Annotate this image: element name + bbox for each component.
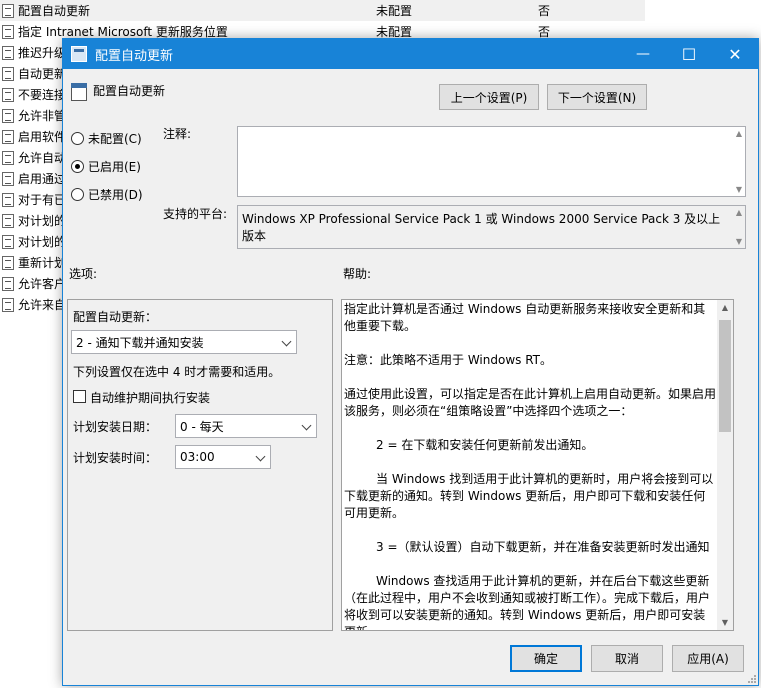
configure-auto-update-dialog: 配置自动更新 — ☐ ✕ 配置自动更新 上一个设置(P) 下一个设置(N) 未配…	[62, 38, 759, 686]
policy-setting-icon	[2, 276, 14, 291]
policy-setting-icon	[2, 213, 14, 228]
configure-auto-update-value: 2 - 通知下载并通知安装	[76, 335, 204, 350]
minimize-icon[interactable]: —	[620, 39, 666, 69]
help-paragraph: 3 =（默认设置）自动下载更新，并在准备安装更新时发出通知	[376, 540, 710, 554]
install-time-label: 计划安装时间：	[73, 451, 158, 465]
previous-setting-button[interactable]: 上一个设置(P)	[439, 84, 539, 110]
chevron-down-icon	[281, 336, 292, 347]
maintenance-install-label: 自动维护期间执行安装	[90, 391, 211, 405]
radio-not-configured-label: 未配置(C)	[88, 132, 142, 146]
configure-auto-update-label: 配置自动更新：	[73, 310, 158, 324]
policy-setting-icon	[2, 297, 14, 312]
policy-setting-icon	[2, 66, 14, 81]
radio-enabled[interactable]: 已启用(E)	[71, 158, 141, 175]
comment-textbox[interactable]: ▲ ▼	[237, 126, 746, 197]
help-paragraph: 指定此计算机是否通过 Windows 自动更新服务来接收安全更新和其他重要下载。	[344, 302, 706, 333]
radio-disabled-circle[interactable]	[71, 188, 84, 201]
radio-not-configured[interactable]: 未配置(C)	[71, 130, 142, 147]
install-day-label: 计划安装日期：	[73, 420, 158, 434]
help-label: 帮助:	[343, 267, 372, 281]
dialog-titlebar[interactable]: 配置自动更新 — ☐ ✕	[63, 39, 758, 69]
help-panel: 指定此计算机是否通过 Windows 自动更新服务来接收安全更新和其他重要下载。…	[341, 299, 734, 631]
help-paragraph: 注意：此策略不适用于 Windows RT。	[344, 353, 552, 367]
policy-setting-icon	[2, 129, 14, 144]
scroll-down-icon[interactable]: ▼	[717, 618, 733, 627]
install-day-value: 0 - 每天	[180, 419, 224, 434]
configure-auto-update-select[interactable]: 2 - 通知下载并通知安装	[71, 330, 297, 354]
scroll-up-icon[interactable]: ▲	[717, 303, 733, 312]
resize-grip-icon[interactable]	[746, 673, 756, 683]
supported-platform-label: 支持的平台:	[163, 207, 228, 221]
install-time-value: 03:00	[180, 450, 215, 464]
radio-enabled-circle[interactable]	[71, 160, 84, 173]
dialog-title: 配置自动更新	[95, 48, 174, 64]
ok-button[interactable]: 确定	[510, 645, 582, 672]
policy-setting-icon	[2, 171, 14, 186]
scroll-thumb[interactable]	[719, 320, 731, 432]
help-scrollbar[interactable]: ▲ ▼	[717, 300, 733, 630]
policy-setting-icon	[2, 192, 14, 207]
policy-comment: 否	[538, 4, 551, 18]
cancel-button[interactable]: 取消	[591, 645, 663, 672]
comment-label: 注释:	[163, 127, 192, 141]
policy-name: 配置自动更新	[18, 4, 91, 18]
maximize-icon[interactable]: ☐	[666, 39, 712, 69]
policy-setting-icon	[2, 234, 14, 249]
policy-setting-icon	[2, 150, 14, 165]
maintenance-install-checkbox[interactable]	[73, 390, 86, 403]
policy-header-icon	[71, 83, 87, 101]
radio-enabled-label: 已启用(E)	[88, 160, 141, 174]
options-label: 选项:	[69, 267, 98, 281]
policy-row[interactable]: 配置自动更新 未配置 否	[0, 0, 645, 21]
supported-platform-text: Windows XP Professional Service Pack 1 或…	[242, 212, 721, 243]
radio-not-configured-circle[interactable]	[71, 132, 84, 145]
help-paragraph: 通过使用此设置，可以指定是否在此计算机上启用自动更新。如果启用该服务，则必须在“…	[344, 387, 717, 418]
policy-setting-icon	[2, 3, 14, 18]
close-icon[interactable]: ✕	[712, 39, 758, 69]
chevron-down-icon	[255, 451, 266, 462]
policy-setting-icon	[2, 87, 14, 102]
install-day-select[interactable]: 0 - 每天	[175, 414, 317, 438]
policy-setting-icon	[2, 108, 14, 123]
platform-scrollbar[interactable]: ▲ ▼	[733, 206, 745, 248]
help-text: 指定此计算机是否通过 Windows 自动更新服务来接收安全更新和其他重要下载。…	[344, 301, 717, 630]
policy-setting-icon	[2, 24, 14, 39]
policy-settings-icon	[71, 46, 87, 62]
next-setting-button[interactable]: 下一个设置(N)	[547, 84, 647, 110]
apply-button[interactable]: 应用(A)	[672, 645, 744, 672]
policy-setting-icon	[2, 255, 14, 270]
policy-setting-icon	[2, 45, 14, 60]
supported-platform-box: Windows XP Professional Service Pack 1 或…	[237, 205, 746, 249]
policy-state: 未配置	[376, 4, 413, 18]
help-paragraph: 2 = 在下载和安装任何更新前发出通知。	[376, 438, 594, 452]
radio-disabled-label: 已禁用(D)	[88, 188, 143, 202]
radio-disabled[interactable]: 已禁用(D)	[71, 186, 143, 203]
install-time-select[interactable]: 03:00	[175, 445, 271, 469]
policy-title: 配置自动更新	[93, 84, 166, 98]
help-paragraph: 当 Windows 找到适用于此计算机的更新时，用户将会接到可以下载更新的通知。…	[344, 472, 714, 520]
chevron-down-icon	[301, 420, 312, 431]
options-panel: 配置自动更新： 2 - 通知下载并通知安装 下列设置仅在选中 4 时才需要和适用…	[67, 299, 333, 631]
help-paragraph: Windows 查找适用于此计算机的更新，并在后台下载这些更新（在此过程中，用户…	[344, 574, 711, 630]
options-note: 下列设置仅在选中 4 时才需要和适用。	[73, 365, 281, 379]
comment-scrollbar[interactable]: ▲ ▼	[733, 127, 745, 196]
